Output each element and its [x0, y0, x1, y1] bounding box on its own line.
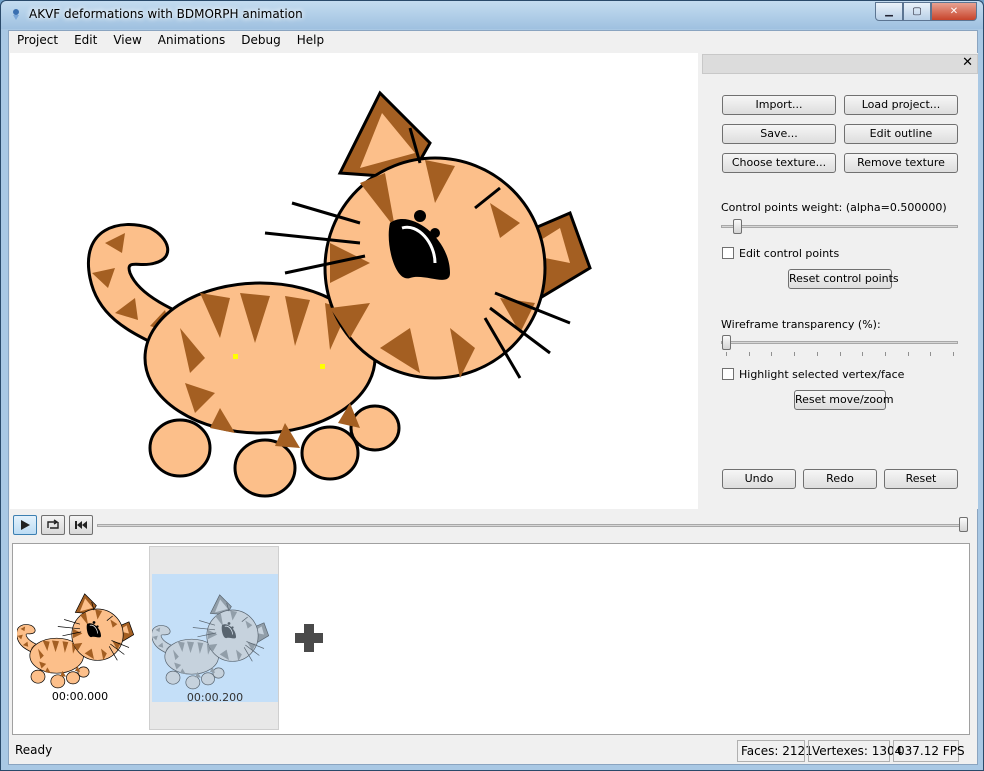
wireframe-transparency-label: Wireframe transparency (%): [721, 318, 881, 331]
faces-count: Faces: 2121 [737, 740, 813, 762]
menu-project[interactable]: Project [9, 31, 66, 52]
control-points-weight-track[interactable] [721, 225, 958, 228]
menu-debug[interactable]: Debug [233, 31, 288, 52]
control-points-weight-slider[interactable] [733, 219, 742, 234]
control-points-weight-label: Control points weight: (alpha=0.500000) [721, 201, 947, 214]
slider-tick [862, 352, 864, 356]
menu-view[interactable]: View [105, 31, 149, 52]
slider-tick [748, 352, 750, 356]
title-bar[interactable]: AKVF deformations with BDMORPH animation… [1, 1, 983, 29]
deformation-canvas[interactable] [10, 53, 698, 509]
reset-button[interactable]: Reset [884, 469, 958, 489]
loop-icon [47, 519, 59, 529]
keyframe-item[interactable]: 00:00.000 [15, 546, 145, 730]
edit-control-points-checkbox[interactable] [722, 247, 734, 259]
maximize-button[interactable]: ▢ [903, 2, 931, 21]
app-window: AKVF deformations with BDMORPH animation… [0, 0, 984, 771]
edit-control-points-label: Edit control points [739, 247, 840, 260]
wireframe-transparency-slider[interactable] [722, 335, 731, 350]
main-client-area: Project Edit View Animations Debug Help … [8, 30, 978, 765]
close-icon: ✕ [949, 6, 959, 17]
edit-outline-button[interactable]: Edit outline [844, 124, 958, 144]
fps-counter: 037.12 FPS [893, 740, 965, 762]
keyframe-time: 00:00.200 [186, 691, 244, 704]
app-icon [13, 9, 19, 20]
status-bar: Ready Faces: 2121 Vertexes: 1304 037.12 … [9, 737, 977, 764]
vertexes-count: Vertexes: 1304 [808, 740, 902, 762]
play-icon [21, 520, 30, 530]
tools-panel: ✕ Import... Load project... Save... Edit… [702, 53, 978, 509]
menu-help[interactable]: Help [289, 31, 332, 52]
slider-tick [816, 352, 818, 356]
keyframe-thumbnail [17, 593, 135, 689]
keyframe-time: 00:00.000 [51, 690, 109, 703]
panel-header: ✕ [702, 54, 978, 74]
slider-tick [930, 352, 932, 356]
wireframe-transparency-track[interactable] [721, 341, 958, 344]
add-keyframe-button[interactable] [293, 622, 325, 654]
status-text: Ready [15, 743, 53, 757]
rewind-icon [75, 521, 87, 529]
slider-tick [953, 352, 954, 356]
slider-tick [771, 352, 773, 356]
rewind-button[interactable] [69, 515, 93, 535]
timeline-track[interactable] [97, 524, 967, 527]
reset-control-points-button[interactable]: Reset control points [788, 269, 899, 289]
save-button[interactable]: Save... [722, 124, 836, 144]
redo-button[interactable]: Redo [803, 469, 877, 489]
minimize-button[interactable]: ▁ [875, 2, 903, 21]
reset-move-zoom-button[interactable]: Reset move/zoom [794, 390, 894, 410]
remove-texture-button[interactable]: Remove texture [844, 153, 958, 173]
loop-button[interactable] [41, 515, 65, 535]
slider-tick [726, 352, 727, 356]
keyframe-item-selected[interactable]: 00:00.200 [149, 546, 279, 730]
choose-texture-button[interactable]: Choose texture... [722, 153, 836, 173]
undo-button[interactable]: Undo [722, 469, 796, 489]
control-point[interactable] [233, 354, 238, 359]
keyframe-thumbnail [152, 574, 278, 702]
play-button[interactable] [13, 515, 37, 535]
control-point[interactable] [320, 364, 325, 369]
timeline-slider[interactable] [959, 517, 968, 532]
menu-bar: Project Edit View Animations Debug Help [9, 31, 977, 52]
maximize-icon: ▢ [912, 6, 922, 17]
window-title: AKVF deformations with BDMORPH animation [29, 7, 303, 21]
timeline-bar [9, 512, 977, 542]
import-button[interactable]: Import... [722, 95, 836, 115]
menu-edit[interactable]: Edit [66, 31, 105, 52]
slider-tick [884, 352, 886, 356]
highlight-vertex-face-checkbox[interactable] [722, 368, 734, 380]
minimize-icon: ▁ [885, 6, 893, 17]
cat-mesh-view[interactable] [10, 53, 698, 509]
menu-animations[interactable]: Animations [150, 31, 233, 52]
panel-close-icon[interactable]: ✕ [962, 55, 973, 70]
load-project-button[interactable]: Load project... [844, 95, 958, 115]
highlight-vertex-face-label: Highlight selected vertex/face [739, 368, 905, 381]
keyframes-strip: 00:00.000 00:00.200 [12, 543, 970, 735]
slider-tick [907, 352, 909, 356]
slider-tick [839, 352, 841, 356]
close-window-button[interactable]: ✕ [931, 2, 977, 21]
plus-icon [295, 624, 323, 652]
slider-tick [794, 352, 796, 356]
